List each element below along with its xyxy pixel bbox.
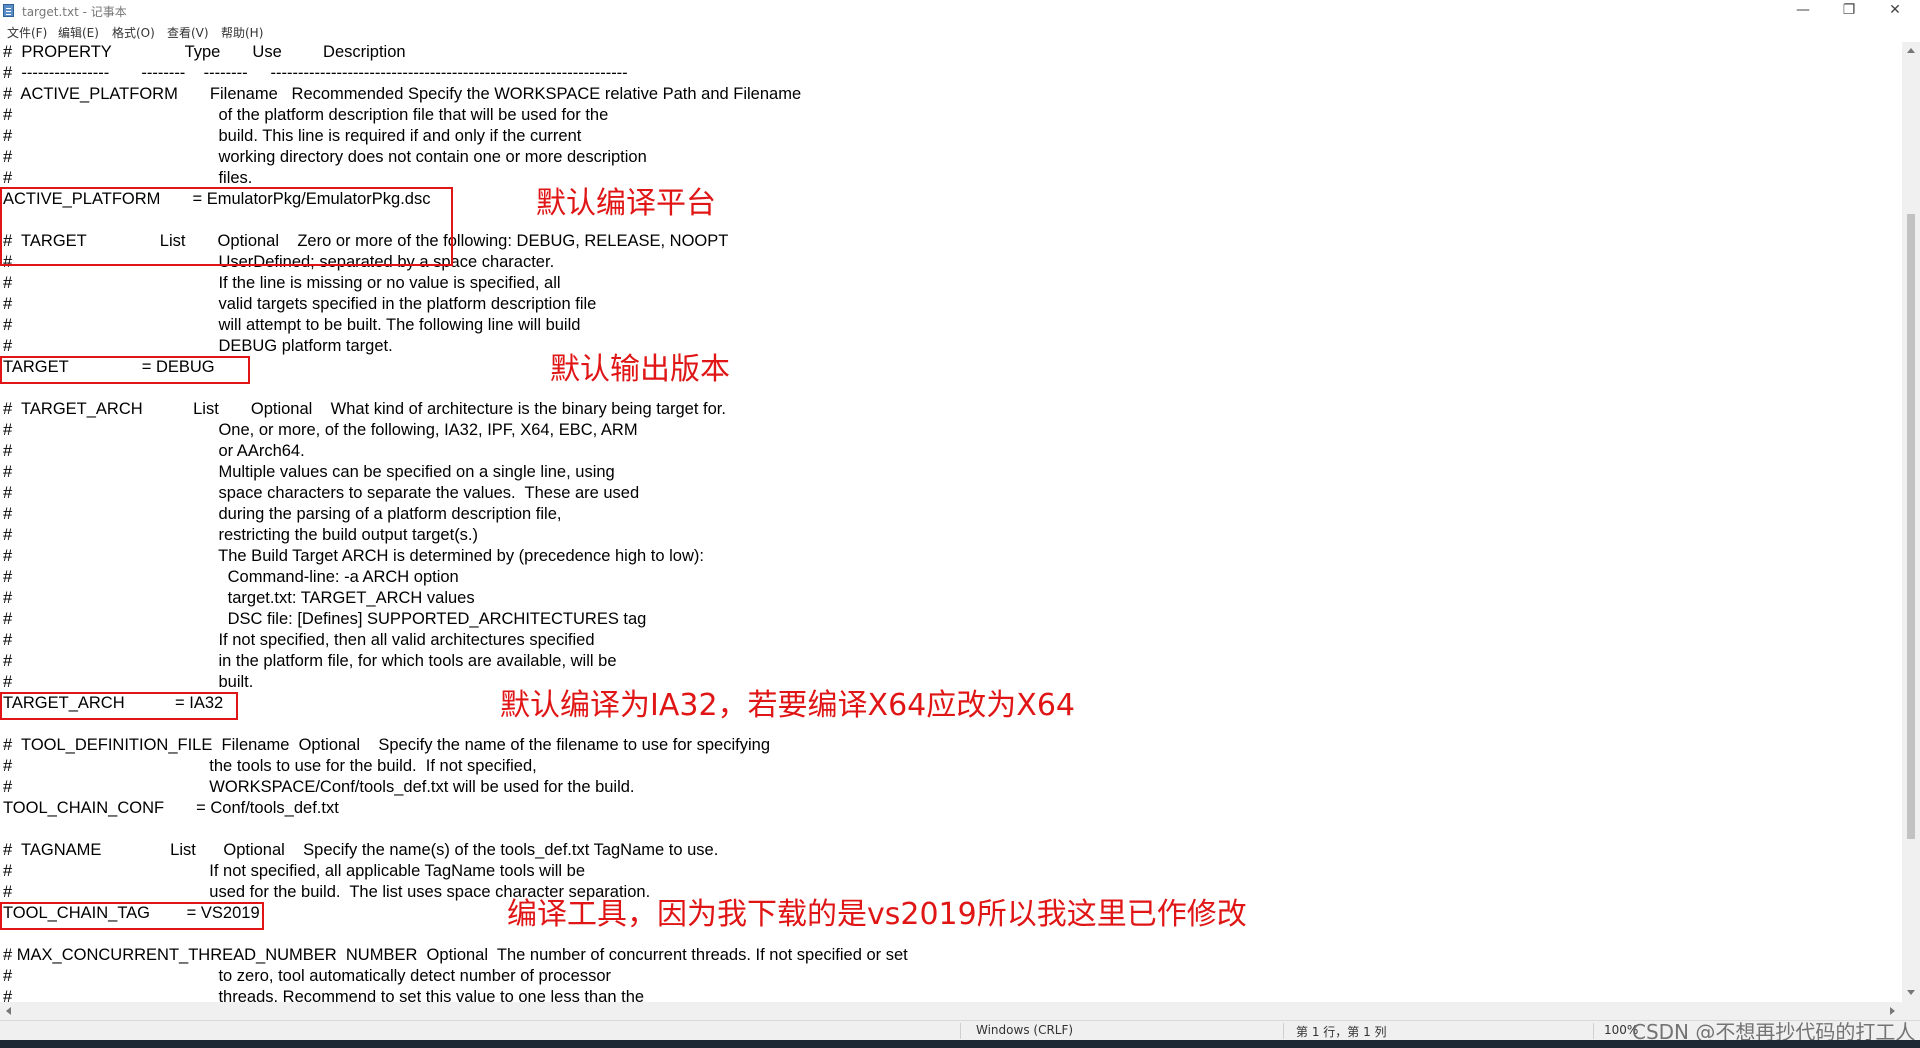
text-line: # If not specified, then all valid archi…	[3, 631, 595, 649]
menu-format[interactable]: 格式(O)	[112, 24, 155, 41]
text-editor[interactable]: # PROPERTY Type Use Description # ------…	[0, 42, 1902, 1002]
text-line: # files.	[3, 169, 253, 187]
title-bar: target.txt - 记事本 — ❐ ✕	[0, 0, 1920, 22]
text-line: # built.	[3, 673, 254, 691]
window-title: target.txt - 记事本	[22, 5, 127, 19]
maximize-button[interactable]: ❐	[1826, 0, 1872, 22]
status-line-ending: Windows (CRLF)	[976, 1023, 1074, 1037]
text-line: # to zero, tool automatically detect num…	[3, 967, 611, 985]
text-line: # The Build Target ARCH is determined by…	[3, 547, 704, 565]
text-line: # ACTIVE_PLATFORM Filename Recommended S…	[3, 85, 802, 103]
menu-file[interactable]: 文件(F)	[7, 24, 47, 41]
menu-edit[interactable]: 编辑(E)	[58, 24, 99, 41]
text-line: # WORKSPACE/Conf/tools_def.txt will be u…	[3, 778, 635, 796]
scroll-right-arrow-icon[interactable]	[1890, 1007, 1895, 1015]
menu-view[interactable]: 查看(V)	[167, 24, 209, 41]
status-separator	[960, 1023, 961, 1039]
close-button[interactable]: ✕	[1872, 0, 1918, 22]
text-line: # MAX_CONCURRENT_THREAD_NUMBER NUMBER Op…	[3, 946, 908, 964]
menu-help[interactable]: 帮助(H)	[221, 24, 263, 41]
annotation-toolchain: 编译工具，因为我下载的是vs2019所以我这里已作修改	[507, 897, 1247, 932]
vertical-scrollbar[interactable]	[1902, 42, 1920, 1002]
text-line: # threads. Recommend to set this value t…	[3, 988, 645, 1002]
text-line: # the tools to use for the build. If not…	[3, 757, 537, 775]
text-line: # One, or more, of the following, IA32, …	[3, 421, 638, 439]
highlight-box-target-arch	[0, 692, 238, 720]
text-line: # ---------------- -------- -------- ---…	[3, 64, 628, 82]
menu-bar: 文件(F) 编辑(E) 格式(O) 查看(V) 帮助(H)	[0, 22, 1920, 42]
scroll-up-arrow-icon[interactable]	[1907, 48, 1915, 53]
annotation-default-arch: 默认编译为IA32，若要编译X64应改为X64	[500, 688, 1075, 723]
text-line: # in the platform file, for which tools …	[3, 652, 617, 670]
text-line: # working directory does not contain one…	[3, 148, 647, 166]
scroll-down-arrow-icon[interactable]	[1907, 990, 1915, 995]
annotation-default-target: 默认输出版本	[550, 352, 730, 387]
text-line: # DSC file: [Defines] SUPPORTED_ARCHITEC…	[3, 610, 647, 628]
text-line: # DEBUG platform target.	[3, 337, 393, 355]
notepad-icon	[3, 4, 14, 17]
status-separator	[1283, 1023, 1284, 1039]
text-line: # PROPERTY Type Use Description	[3, 43, 406, 61]
text-line: # restricting the build output target(s.…	[3, 526, 479, 544]
status-cursor-position: 第 1 行，第 1 列	[1296, 1025, 1387, 1039]
text-line: # during the parsing of a platform descr…	[3, 505, 562, 523]
text-line: # target.txt: TARGET_ARCH values	[3, 589, 475, 607]
text-line: # of the platform description file that …	[3, 106, 609, 124]
text-line: # TOOL_DEFINITION_FILE Filename Optional…	[3, 736, 770, 754]
text-line: # space characters to separate the value…	[3, 484, 640, 502]
taskbar	[0, 1040, 1920, 1048]
highlight-box-tool-chain-tag	[0, 902, 264, 930]
highlight-box-target	[0, 356, 250, 384]
highlight-box-active-platform	[0, 187, 453, 266]
vertical-scroll-thumb[interactable]	[1907, 214, 1915, 839]
text-line: # valid targets specified in the platfor…	[3, 295, 597, 313]
text-line: # Command-line: -a ARCH option	[3, 568, 459, 586]
text-line: # or AArch64.	[3, 442, 305, 460]
text-line: # TAGNAME List Optional Specify the name…	[3, 841, 719, 859]
annotation-default-platform: 默认编译平台	[536, 186, 716, 221]
text-line: TOOL_CHAIN_CONF = Conf/tools_def.txt	[3, 799, 339, 817]
text-line: # build. This line is required if and on…	[3, 127, 582, 145]
text-line: # If the line is missing or no value is …	[3, 274, 561, 292]
text-line: # will attempt to be built. The followin…	[3, 316, 581, 334]
horizontal-scrollbar[interactable]	[0, 1002, 1902, 1020]
minimize-button[interactable]: —	[1780, 0, 1826, 22]
text-line: # TARGET_ARCH List Optional What kind of…	[3, 400, 726, 418]
text-line: # If not specified, all applicable TagNa…	[3, 862, 586, 880]
scroll-left-arrow-icon[interactable]	[6, 1007, 11, 1015]
status-separator	[1593, 1023, 1594, 1039]
text-line: # Multiple values can be specified on a …	[3, 463, 615, 481]
